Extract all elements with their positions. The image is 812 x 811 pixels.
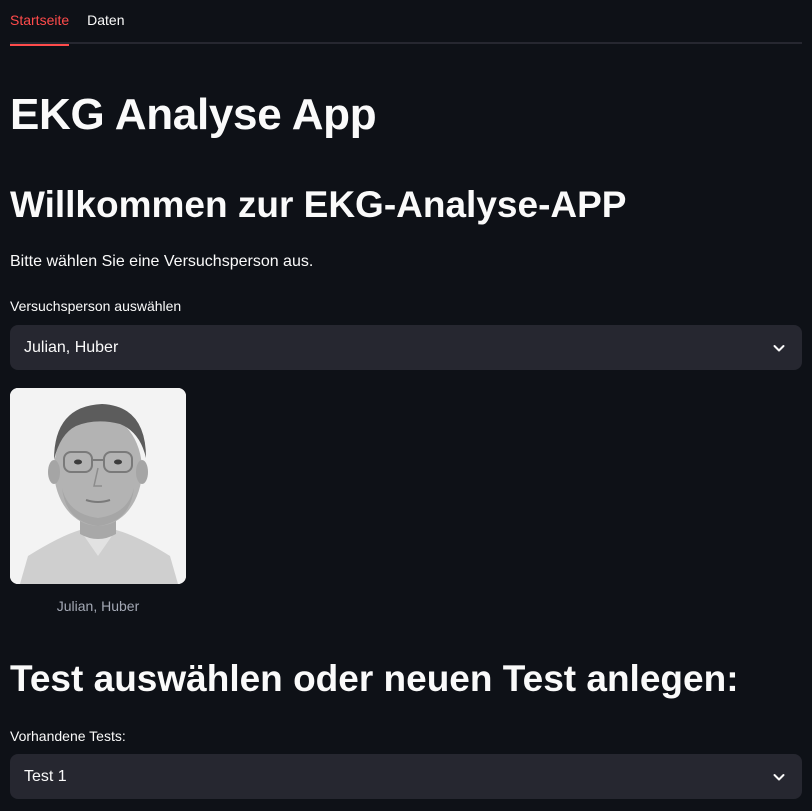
page-title: EKG Analyse App bbox=[10, 90, 377, 139]
person-select-value: Julian, Huber bbox=[24, 338, 119, 356]
test-select-value: Test 1 bbox=[24, 767, 67, 785]
chevron-down-icon bbox=[773, 344, 785, 351]
tab-daten[interactable]: Daten bbox=[87, 0, 124, 44]
photo-caption: Julian, Huber bbox=[56, 598, 140, 614]
app-root: Startseite Daten EKG Analyse App Willkom… bbox=[0, 0, 812, 811]
test-select[interactable]: Test 1 bbox=[10, 754, 802, 799]
tab-startseite[interactable]: Startseite bbox=[10, 0, 70, 46]
person-select[interactable]: Julian, Huber bbox=[10, 325, 802, 370]
chevron-down-icon bbox=[773, 773, 785, 780]
person-select-label: Versuchsperson auswählen bbox=[10, 298, 182, 314]
welcome-heading: Willkommen zur EKG-Analyse-APP bbox=[10, 184, 627, 225]
portrait-image bbox=[10, 388, 186, 584]
test-select-label: Vorhandene Tests: bbox=[10, 728, 126, 744]
tab-bar: Startseite Daten bbox=[10, 0, 802, 46]
test-heading: Test auswählen oder neuen Test anlegen: bbox=[10, 658, 739, 699]
person-photo bbox=[10, 388, 186, 584]
instruction-text: Bitte wählen Sie eine Versuchsperson aus… bbox=[10, 253, 314, 270]
